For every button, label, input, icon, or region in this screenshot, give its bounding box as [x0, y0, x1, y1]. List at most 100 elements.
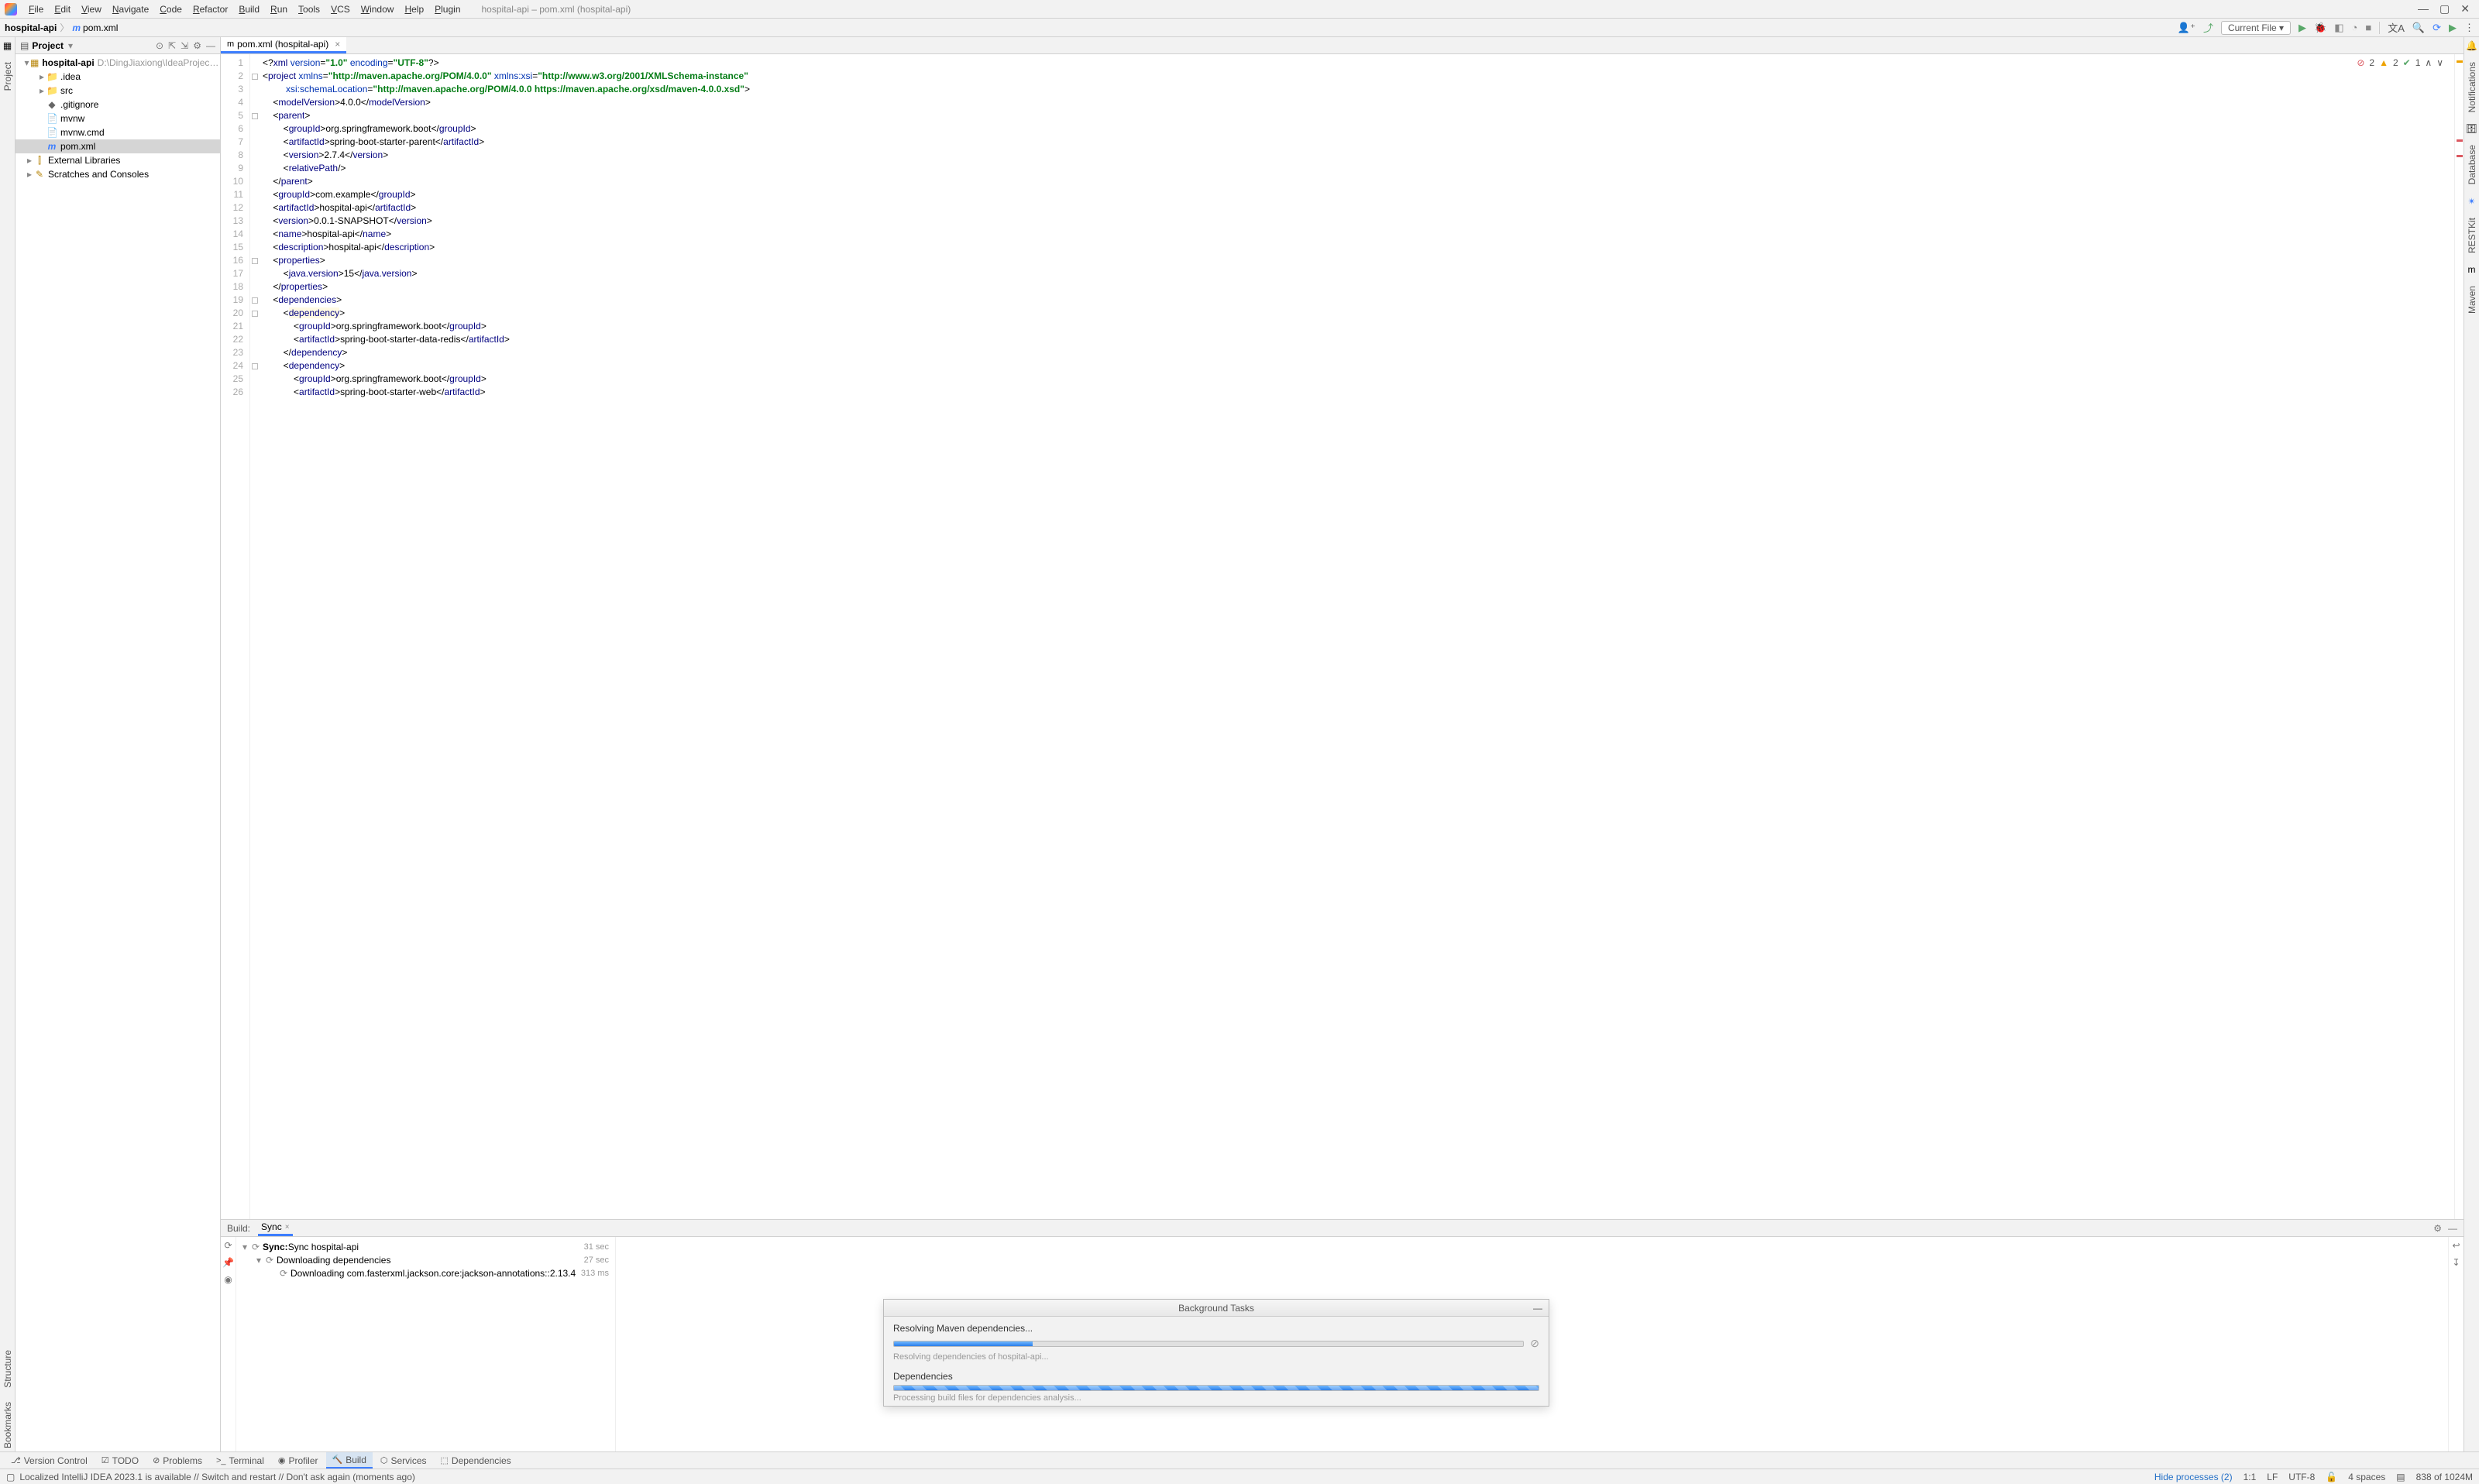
tree-node[interactable]: ▸✎Scratches and Consoles	[15, 167, 220, 181]
background-tasks-popup[interactable]: Background Tasks — Resolving Maven depen…	[883, 1299, 1549, 1407]
menu-item-plugin[interactable]: Plugin	[429, 4, 466, 15]
close-tab-icon[interactable]: ×	[285, 1223, 290, 1232]
menu-item-code[interactable]: Code	[154, 4, 187, 15]
expand-all-icon[interactable]: ⇱	[168, 40, 176, 51]
tool-tab-build[interactable]: 🔨Build	[326, 1452, 373, 1469]
tree-node[interactable]: ▸⫿External Libraries	[15, 153, 220, 167]
soft-wrap-icon[interactable]: ↩	[2452, 1240, 2460, 1251]
error-marker[interactable]	[2457, 139, 2463, 142]
rerun-icon[interactable]: ⟳	[224, 1240, 232, 1251]
build-hammer-icon[interactable]: ⤴	[2203, 20, 2213, 35]
menu-item-edit[interactable]: Edit	[49, 4, 76, 15]
close-icon[interactable]: ✕	[2460, 2, 2470, 15]
indent-info[interactable]: 4 spaces	[2348, 1472, 2385, 1482]
menu-item-view[interactable]: View	[76, 4, 107, 15]
code-area[interactable]: <?xml version="1.0" encoding="UTF-8"?><p…	[260, 54, 2454, 1219]
build-tree[interactable]: ▾⟳Sync: Sync hospital-api31 sec▾⟳Downloa…	[236, 1237, 616, 1451]
more-icon[interactable]: ⋮	[2464, 22, 2474, 34]
coverage-icon[interactable]: ◧	[2334, 22, 2343, 34]
project-stripe-label[interactable]: Project	[2, 59, 13, 94]
debug-icon[interactable]: 🐞	[2314, 22, 2326, 34]
settings-icon[interactable]: ⚙	[2433, 1223, 2442, 1234]
run-config-dropdown[interactable]: Current File ▾	[2221, 21, 2291, 35]
error-marker[interactable]	[2457, 155, 2463, 157]
pin-icon[interactable]: 📌	[222, 1257, 234, 1268]
hide-processes-link[interactable]: Hide processes (2)	[2154, 1472, 2233, 1482]
background-tasks-header[interactable]: Background Tasks —	[884, 1300, 1549, 1317]
build-tree-row[interactable]: ▾⟳Sync: Sync hospital-api31 sec	[236, 1240, 615, 1253]
warning-marker[interactable]	[2457, 60, 2463, 63]
tree-node[interactable]: 📄mvnw	[15, 112, 220, 125]
caret-position[interactable]: 1:1	[2243, 1472, 2257, 1482]
hide-icon[interactable]: —	[206, 40, 215, 51]
stop-icon[interactable]: ■	[2365, 22, 2371, 33]
editor-body[interactable]: 1234567891011121314151617181920212223242…	[221, 54, 2464, 1219]
search-everywhere-icon[interactable]: 🔍	[2412, 22, 2425, 34]
tool-tab-terminal[interactable]: >_Terminal	[210, 1452, 270, 1469]
memory-indicator[interactable]: 838 of 1024M	[2416, 1472, 2473, 1482]
restkit-stripe-label[interactable]: RESTKit	[2467, 215, 2477, 256]
menu-item-window[interactable]: Window	[356, 4, 400, 15]
run-anything-icon[interactable]: ▶	[2449, 22, 2457, 34]
tree-node[interactable]: ▾▦hospital-apiD:\DingJiaxiong\IdeaProjec…	[15, 56, 220, 70]
breadcrumb-project[interactable]: hospital-api	[5, 22, 57, 33]
menu-item-build[interactable]: Build	[233, 4, 265, 15]
run-icon[interactable]: ▶	[2298, 22, 2306, 34]
tree-node[interactable]: 📄mvnw.cmd	[15, 125, 220, 139]
project-tree[interactable]: ▾▦hospital-apiD:\DingJiaxiong\IdeaProjec…	[15, 54, 220, 1451]
status-icon[interactable]: ▢	[6, 1472, 15, 1482]
chevron-down-icon[interactable]: ▾	[68, 40, 73, 51]
build-tw-tab[interactable]: Sync ×	[258, 1220, 293, 1236]
tree-node[interactable]: mpom.xml	[15, 139, 220, 153]
hide-icon[interactable]: —	[2448, 1223, 2457, 1234]
close-tab-icon[interactable]: ×	[335, 39, 340, 50]
minimize-icon[interactable]: —	[2418, 2, 2429, 15]
cancel-task-icon[interactable]: ⊘	[1530, 1337, 1539, 1350]
profiler-icon[interactable]: ◔	[2352, 22, 2358, 33]
menu-item-refactor[interactable]: Refactor	[187, 4, 233, 15]
menu-item-run[interactable]: Run	[265, 4, 293, 15]
breadcrumb-file[interactable]: pom.xml	[83, 22, 118, 33]
maximize-icon[interactable]: ▢	[2439, 2, 2450, 15]
menu-item-vcs[interactable]: VCS	[325, 4, 356, 15]
notifications-stripe-label[interactable]: Notifications	[2467, 59, 2477, 115]
tool-tab-dependencies[interactable]: ⬚Dependencies	[435, 1452, 517, 1469]
database-stripe-label[interactable]: Database	[2467, 142, 2477, 187]
fold-gutter[interactable]	[250, 54, 260, 1219]
build-tree-row[interactable]: ▾⟳Downloading dependencies27 sec	[236, 1253, 615, 1266]
collapse-all-icon[interactable]: ⇲	[181, 40, 188, 51]
file-encoding[interactable]: UTF-8	[2288, 1472, 2315, 1482]
menu-item-navigate[interactable]: Navigate	[107, 4, 154, 15]
translate-icon[interactable]: 文A	[2388, 20, 2405, 35]
tree-node[interactable]: ▸📁src	[15, 84, 220, 98]
structure-stripe-label[interactable]: Structure	[2, 1347, 13, 1391]
view-icon[interactable]: ◉	[224, 1274, 232, 1285]
error-stripe[interactable]	[2454, 54, 2464, 1219]
tool-tab-version-control[interactable]: ⎇Version Control	[5, 1452, 94, 1469]
maven-icon[interactable]: m	[2468, 264, 2476, 275]
prev-highlight-icon[interactable]: ∧	[2425, 57, 2432, 68]
build-tree-row[interactable]: ⟳Downloading com.fasterxml.jackson.core:…	[236, 1266, 615, 1280]
settings-icon[interactable]: ⚙	[193, 40, 201, 51]
tool-tab-todo[interactable]: ☑TODO	[95, 1452, 145, 1469]
scroll-to-end-icon[interactable]: ↧	[2452, 1257, 2460, 1268]
database-icon[interactable]: 🗄	[2466, 123, 2477, 134]
menu-item-tools[interactable]: Tools	[293, 4, 325, 15]
menu-item-file[interactable]: File	[23, 4, 49, 15]
tool-tab-profiler[interactable]: ◉Profiler	[272, 1452, 325, 1469]
minimize-icon[interactable]: —	[1533, 1303, 1542, 1314]
sync-icon[interactable]: ⟳	[2433, 22, 2441, 34]
maven-stripe-label[interactable]: Maven	[2467, 283, 2477, 317]
status-message[interactable]: Localized IntelliJ IDEA 2023.1 is availa…	[19, 1472, 415, 1482]
tree-node[interactable]: ◆.gitignore	[15, 98, 220, 112]
project-stripe-icon[interactable]: ▦	[3, 40, 12, 51]
next-highlight-icon[interactable]: ∨	[2436, 57, 2443, 68]
read-only-icon[interactable]: 🔓	[2326, 1472, 2337, 1482]
bookmarks-stripe-label[interactable]: Bookmarks	[2, 1399, 13, 1451]
tree-node[interactable]: ▸📁.idea	[15, 70, 220, 84]
project-tw-title[interactable]: Project	[32, 40, 64, 51]
editor-tab[interactable]: m pom.xml (hospital-api) ×	[221, 37, 346, 53]
tool-tab-problems[interactable]: ⊘Problems	[146, 1452, 208, 1469]
inspection-widget[interactable]: ⊘2 ▲2 ✔1 ∧ ∨	[2357, 57, 2443, 68]
select-opened-file-icon[interactable]: ⊙	[156, 40, 163, 51]
